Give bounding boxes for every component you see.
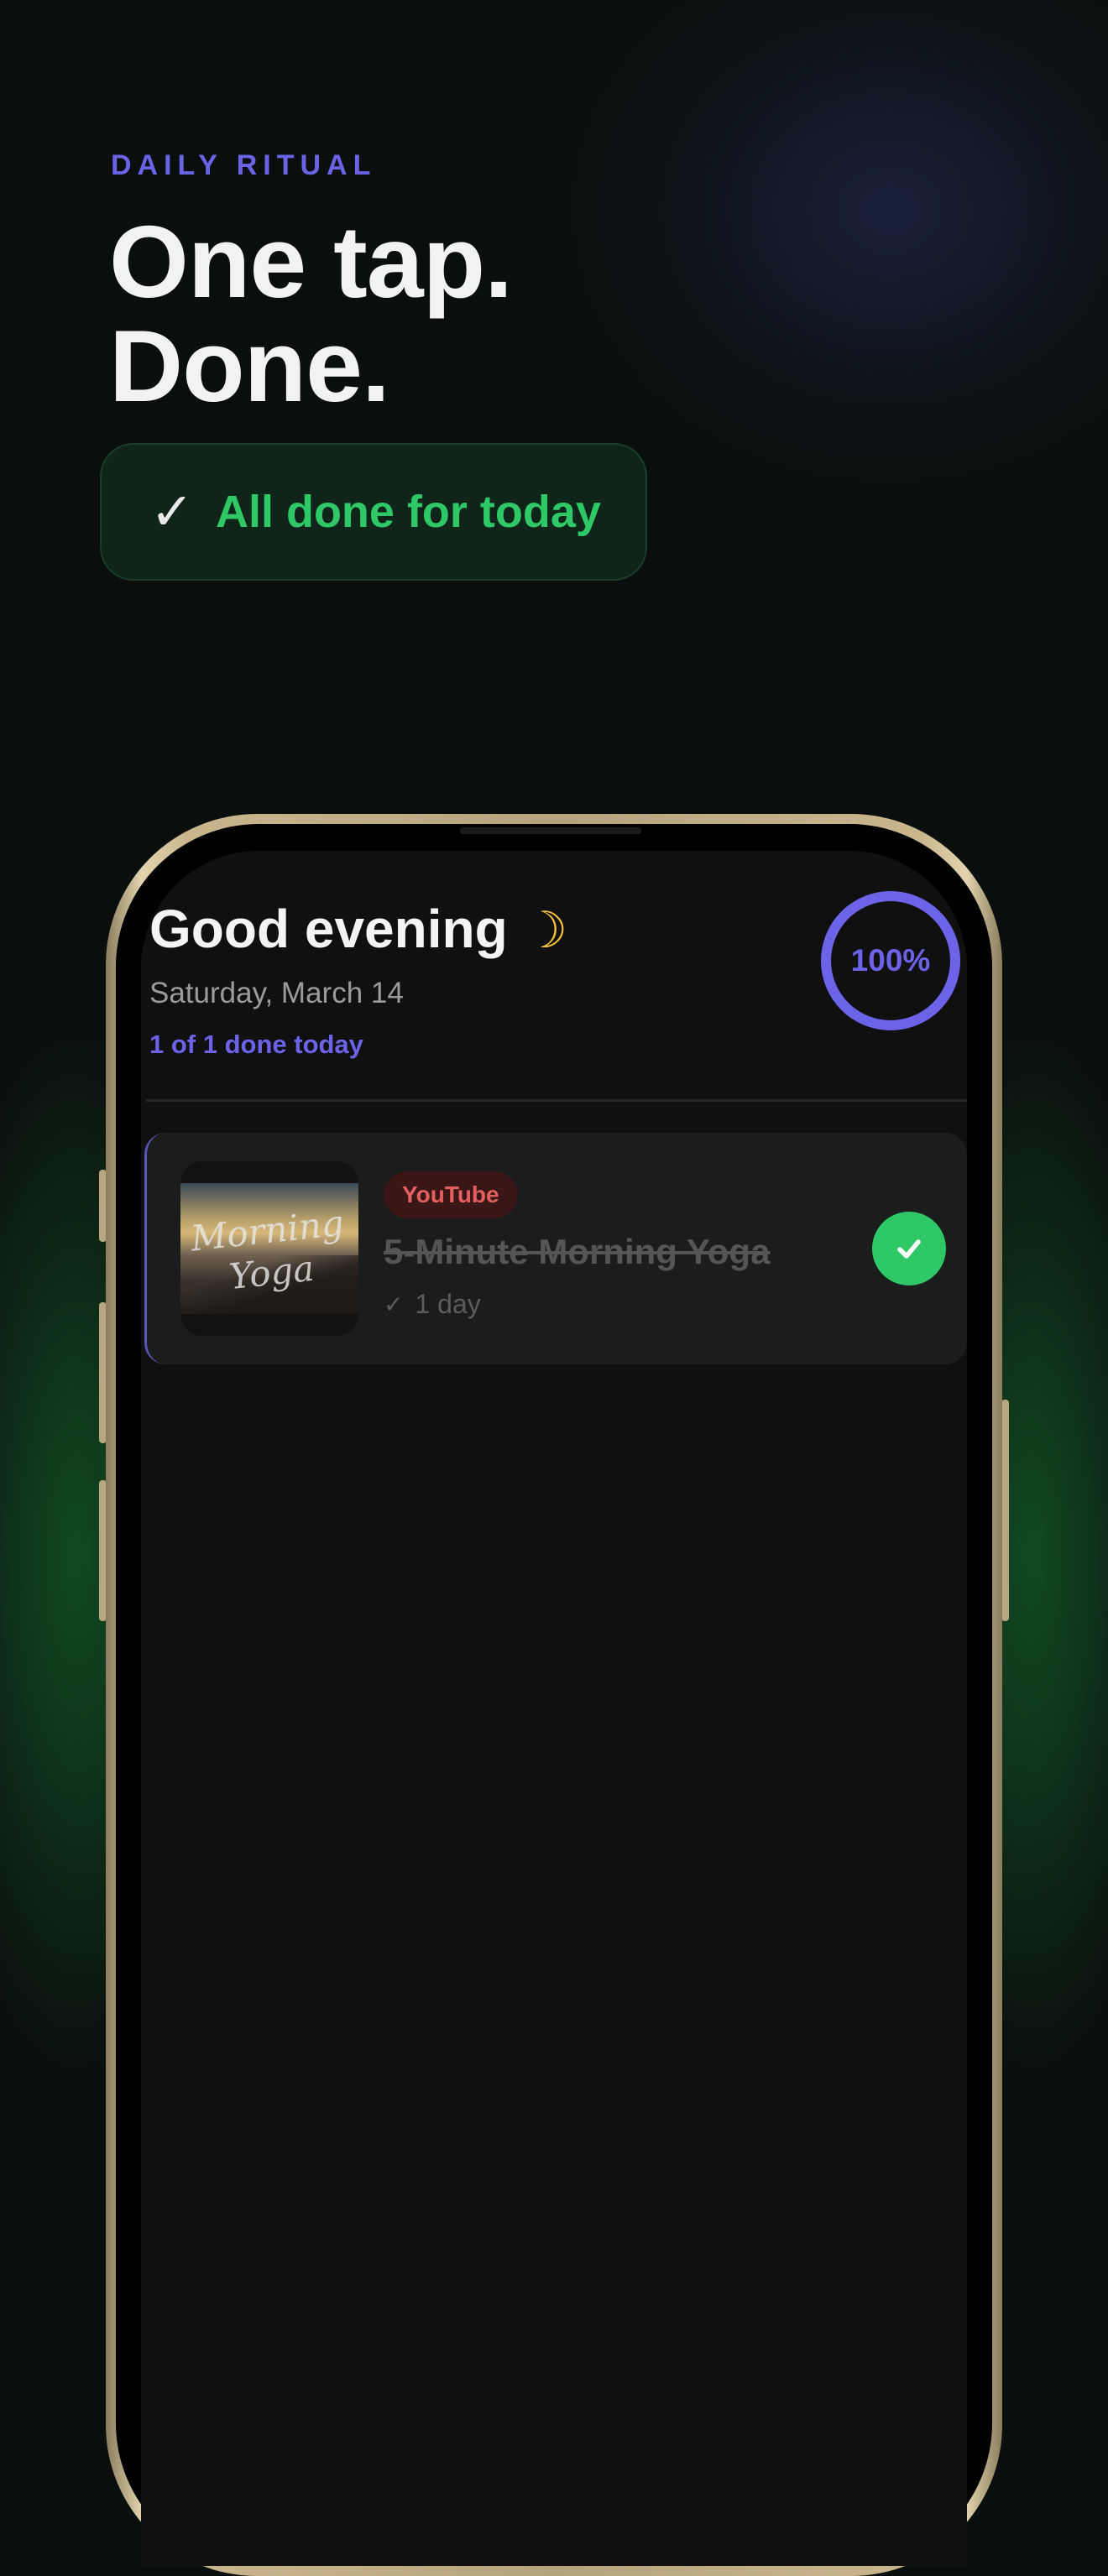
task-streak: ✓ 1 day: [384, 1289, 481, 1320]
complete-toggle-button[interactable]: [872, 1212, 946, 1285]
small-check-icon: ✓: [384, 1291, 404, 1318]
all-done-label: All done for today: [215, 487, 601, 537]
greeting-heading: Good evening ☽: [149, 898, 567, 960]
hero-title-line-1: One tap.: [109, 205, 513, 319]
hero-title-line-2: Done.: [109, 309, 390, 423]
progress-ring: 100%: [819, 889, 962, 1032]
greeting-text: Good evening: [149, 899, 508, 959]
date-label: Saturday, March 14: [149, 977, 404, 1009]
task-thumbnail: Morning Yoga: [180, 1161, 358, 1336]
moon-icon: ☽: [522, 901, 568, 960]
progress-summary: 1 of 1 done today: [149, 1030, 363, 1059]
phone-bezel: Good evening ☽ Saturday, March 14 1 of 1…: [116, 824, 992, 2566]
eyebrow-label: DAILY RITUAL: [111, 149, 377, 181]
progress-percent: 100%: [850, 943, 931, 978]
phone-speaker: [460, 827, 641, 834]
streak-label: 1 day: [415, 1289, 481, 1319]
phone-power-button: [1001, 1400, 1009, 1621]
task-title: 5-Minute Morning Yoga: [384, 1232, 771, 1271]
all-done-badge: ✓ All done for today: [100, 443, 647, 581]
hero-title: One tap. Done.: [109, 210, 513, 418]
check-icon: ✓: [150, 481, 194, 542]
app-screen: Good evening ☽ Saturday, March 14 1 of 1…: [141, 851, 967, 2566]
checkmark-icon: [897, 1239, 921, 1259]
source-badge: YouTube: [384, 1171, 518, 1218]
divider: [146, 1099, 967, 1102]
task-card[interactable]: Morning Yoga YouTube 5-Minute Morning Yo…: [144, 1133, 967, 1364]
phone-frame: Good evening ☽ Saturday, March 14 1 of 1…: [106, 814, 1002, 2576]
